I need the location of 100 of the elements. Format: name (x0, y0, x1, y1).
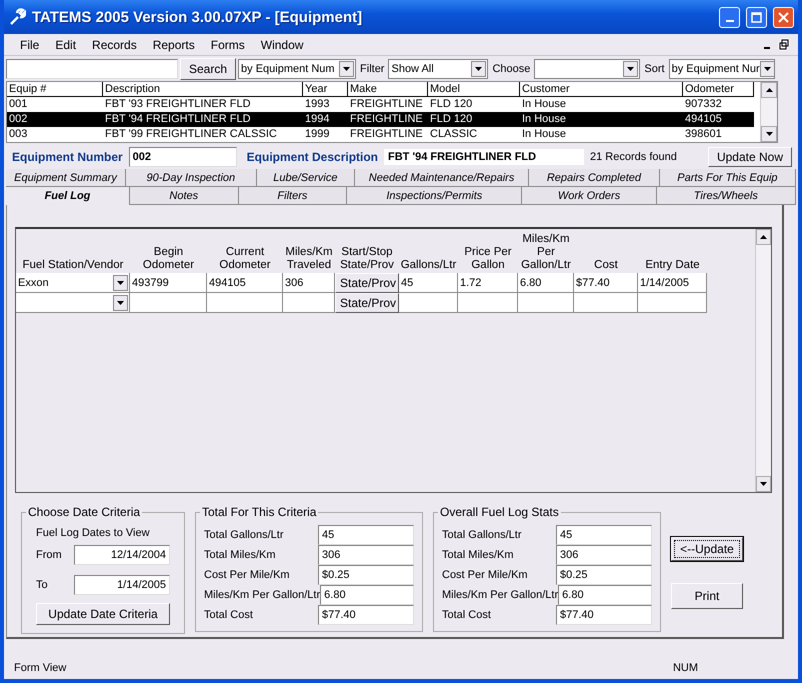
equipment-description-label: Equipment Description (246, 150, 378, 164)
tab[interactable]: Filters (238, 187, 348, 205)
stat-label: Cost Per Mile/Km (204, 569, 290, 581)
sort-dropdown[interactable]: by Equipment Nur (668, 59, 775, 79)
scroll-up-button[interactable] (756, 229, 771, 245)
stat-field[interactable]: $77.40 (556, 605, 652, 625)
vendor-dropdown[interactable]: Exxon (16, 273, 130, 293)
table-cell[interactable]: 45 (399, 273, 458, 293)
table-cell[interactable]: 493799 (130, 273, 207, 293)
table-cell[interactable]: In House (520, 112, 683, 127)
dropdown-button[interactable] (760, 61, 774, 77)
filter-label: Filter (359, 63, 386, 75)
table-cell[interactable]: FBT '94 FREIGHTLINER FLD (103, 112, 303, 127)
stat-field[interactable]: $0.25 (318, 565, 414, 585)
tab[interactable]: Needed Maintenance/Repairs (355, 169, 530, 187)
table-cell[interactable] (458, 293, 518, 313)
table-cell[interactable] (399, 293, 458, 313)
scrollbar[interactable] (760, 82, 777, 142)
filter-dropdown[interactable]: Show All (388, 59, 488, 79)
column-header: Entry Date (644, 258, 701, 273)
tab[interactable]: Equipment Summary (6, 169, 126, 187)
scrollbar[interactable] (755, 229, 771, 492)
stat-label: Total Gallons/Ltr (204, 529, 284, 541)
stat-field[interactable]: 45 (556, 525, 652, 545)
print-button[interactable]: Print (671, 583, 743, 609)
table-cell[interactable]: 306 (283, 273, 335, 293)
scroll-up-button[interactable] (761, 82, 777, 98)
tab[interactable]: Parts For This Equip (660, 169, 796, 187)
down-arrow-icon (627, 67, 634, 71)
search-by-dropdown[interactable]: by Equipment Num (238, 59, 356, 79)
menu-item[interactable]: File (12, 38, 48, 52)
table-cell[interactable] (207, 293, 283, 313)
table-cell[interactable]: FREIGHTLINE (348, 112, 428, 127)
state-prov-button[interactable]: State/Prov (335, 273, 399, 293)
search-field[interactable] (6, 59, 178, 79)
sort-label: Sort (643, 63, 666, 75)
table-cell[interactable] (130, 293, 207, 313)
table-cell[interactable] (518, 293, 574, 313)
maximize-button[interactable] (746, 6, 767, 28)
minimize-restore-icon[interactable] (762, 38, 790, 50)
table-cell[interactable]: FLD 120 (428, 112, 520, 127)
tab[interactable]: Lube/Service (256, 169, 356, 187)
table-cell[interactable]: 6.80 (518, 273, 574, 293)
dropdown-button[interactable] (471, 61, 486, 77)
dropdown-button[interactable] (339, 61, 354, 77)
up-arrow-icon (760, 235, 767, 239)
update-button[interactable]: <--Update (671, 537, 743, 561)
stat-field[interactable]: 306 (318, 545, 414, 565)
stat-field[interactable]: 306 (556, 545, 652, 565)
records-found-text: 21 Records found (590, 150, 677, 162)
state-prov-button[interactable]: State/Prov (335, 293, 399, 313)
menu-item[interactable]: Forms (202, 38, 253, 52)
scroll-down-button[interactable] (761, 126, 777, 142)
dates-to-view-label: Fuel Log Dates to View (36, 527, 151, 539)
to-date-field[interactable]: 1/14/2005 (74, 575, 170, 595)
close-button[interactable] (773, 6, 794, 28)
table-cell[interactable]: 1.72 (458, 273, 518, 293)
tab[interactable]: 90-Day Inspection (126, 169, 257, 187)
table-cell[interactable]: 002 (7, 112, 103, 127)
search-button[interactable]: Search (180, 58, 236, 80)
update-now-button[interactable]: Update Now (708, 146, 792, 166)
menu-item[interactable]: Edit (47, 38, 84, 52)
choose-dropdown[interactable] (534, 59, 640, 79)
dropdown-button[interactable] (623, 61, 638, 77)
table-cell[interactable] (574, 293, 638, 313)
table-cell[interactable] (283, 293, 335, 313)
table-cell[interactable]: 494105 (207, 273, 283, 293)
window-title: TATEMS 2005 Version 3.00.07XP - [Equipment] (32, 8, 364, 26)
tab[interactable]: Work Orders (522, 187, 657, 205)
equipment-number-field[interactable]: 002 (128, 146, 237, 166)
table-cell[interactable]: 1994 (303, 112, 348, 127)
menu-item[interactable]: Records (84, 38, 145, 52)
tab[interactable]: Notes (130, 187, 239, 205)
stat-field[interactable]: $77.40 (318, 605, 414, 625)
minimize-button[interactable] (719, 6, 740, 28)
table-cell[interactable]: 494105 (683, 112, 754, 127)
menu-item[interactable]: Window (252, 38, 312, 52)
update-date-criteria-button[interactable]: Update Date Criteria (36, 603, 170, 625)
dropdown-button[interactable] (113, 294, 128, 310)
table-cell[interactable]: 1/14/2005 (638, 273, 707, 293)
up-arrow-icon (766, 88, 772, 92)
dropdown-button[interactable] (113, 274, 128, 290)
menu-item[interactable]: Reports (144, 38, 203, 52)
stat-label: Miles/Km Per Gallon/Ltr (204, 589, 320, 601)
column-header: Current Odometer (218, 245, 272, 273)
stat-field[interactable]: 6.80 (558, 585, 652, 605)
table-cell[interactable] (638, 293, 707, 313)
scroll-down-button[interactable] (756, 476, 771, 492)
tab[interactable]: Inspections/Permits (347, 187, 522, 205)
stat-field[interactable]: 6.80 (320, 585, 414, 605)
to-label: To (36, 579, 48, 591)
column-header: Start/Stop State/Prov (339, 245, 395, 273)
stat-field[interactable]: $0.25 (556, 565, 652, 585)
tab[interactable]: Repairs Completed (529, 169, 660, 187)
table-cell[interactable]: $77.40 (574, 273, 638, 293)
from-date-field[interactable]: 12/14/2004 (74, 545, 170, 565)
down-arrow-icon (343, 67, 350, 71)
tab[interactable]: Tires/Wheels (656, 187, 796, 205)
stat-field[interactable]: 45 (318, 525, 414, 545)
down-arrow-icon (760, 482, 767, 486)
